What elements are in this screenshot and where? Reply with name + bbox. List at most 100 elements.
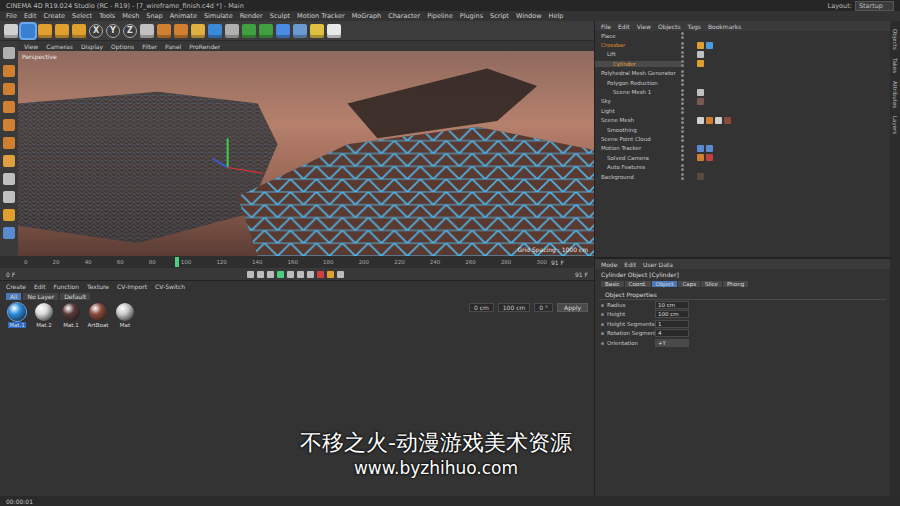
object-row[interactable]: Cylinder: [595, 59, 890, 68]
tool-icon[interactable]: [38, 24, 52, 38]
viewport[interactable]: PerspectiveGrid Spacing : 1000 cm: [18, 51, 594, 256]
side-tab[interactable]: Attributes: [892, 81, 898, 108]
layout-selector[interactable]: Layout:Startup: [828, 1, 894, 11]
viewport-menu-item[interactable]: View: [24, 43, 38, 50]
transport-icon[interactable]: [267, 271, 274, 278]
playhead[interactable]: [175, 257, 179, 267]
material-menu-item[interactable]: Function: [54, 283, 80, 290]
tool-icon[interactable]: [225, 24, 239, 38]
object-row[interactable]: Crossbar: [595, 40, 890, 49]
start-frame[interactable]: 0 F: [6, 271, 15, 278]
tag-icon[interactable]: [697, 154, 704, 161]
tag-icon[interactable]: [697, 145, 704, 152]
tag-icon[interactable]: [706, 145, 713, 152]
visibility-dots[interactable]: [681, 126, 697, 133]
property-field[interactable]: 100 cm: [655, 310, 689, 318]
object-row[interactable]: Lift: [595, 50, 890, 59]
attribute-tab[interactable]: Coord.: [625, 281, 651, 287]
object-row[interactable]: Light: [595, 106, 890, 115]
tool-icon[interactable]: [72, 24, 86, 38]
object-row[interactable]: Background: [595, 172, 890, 181]
attribute-menu-item[interactable]: Edit: [624, 261, 636, 268]
menu-item[interactable]: Motion Tracker: [297, 12, 345, 20]
tool-icon[interactable]: [4, 24, 18, 38]
visibility-dots[interactable]: [681, 51, 697, 58]
material-menu-item[interactable]: CV-Import: [117, 283, 147, 290]
menu-item[interactable]: Animate: [170, 12, 197, 20]
menu-item[interactable]: Snap: [146, 12, 162, 20]
mode-icon[interactable]: [3, 155, 15, 167]
viewport-menu-item[interactable]: Filter: [142, 43, 157, 50]
visibility-dots[interactable]: [681, 135, 697, 142]
property-field[interactable]: 4: [655, 329, 689, 337]
visibility-dots[interactable]: [681, 164, 697, 171]
object-row[interactable]: Polyhedral Mesh Generator: [595, 69, 890, 78]
viewport-menu-item[interactable]: Options: [111, 43, 134, 50]
menu-item[interactable]: MoGraph: [352, 12, 382, 20]
tag-icon[interactable]: [697, 42, 704, 49]
tool-icon[interactable]: [191, 24, 205, 38]
viewport-menu-item[interactable]: ProRender: [189, 43, 220, 50]
tool-icon[interactable]: [157, 24, 171, 38]
tool-icon[interactable]: [327, 24, 341, 38]
menu-item[interactable]: Create: [43, 12, 65, 20]
object-row[interactable]: Solved Camera: [595, 153, 890, 162]
viewport-menu-item[interactable]: Cameras: [46, 43, 73, 50]
tool-icon[interactable]: [140, 24, 154, 38]
material-item[interactable]: Mat.1: [60, 303, 82, 328]
tool-icon[interactable]: [208, 24, 222, 38]
viewport-menu-item[interactable]: Panel: [165, 43, 181, 50]
tag-icon[interactable]: [706, 154, 713, 161]
tool-icon[interactable]: [174, 24, 188, 38]
side-tab[interactable]: Takes: [892, 58, 898, 73]
attribute-tab[interactable]: Object: [652, 281, 678, 287]
visibility-dots[interactable]: [681, 145, 697, 152]
mode-icon[interactable]: [3, 101, 15, 113]
tool-icon[interactable]: [276, 24, 290, 38]
object-menu-item[interactable]: Bookmarks: [708, 23, 742, 30]
menu-item[interactable]: Script: [490, 12, 509, 20]
menu-item[interactable]: Help: [549, 12, 564, 20]
tool-icon[interactable]: [242, 24, 256, 38]
menu-item[interactable]: Mesh: [122, 12, 139, 20]
attribute-tab[interactable]: Basic: [601, 281, 624, 287]
mode-icon[interactable]: [3, 119, 15, 131]
menu-item[interactable]: Window: [516, 12, 542, 20]
object-row[interactable]: Auto Features: [595, 162, 890, 171]
mode-icon[interactable]: [3, 191, 15, 203]
tag-icon[interactable]: [697, 173, 704, 180]
visibility-dots[interactable]: [681, 32, 697, 39]
object-row[interactable]: Scene Mesh 1: [595, 87, 890, 96]
tag-icon[interactable]: [697, 51, 704, 58]
transport-icon[interactable]: [277, 271, 284, 278]
tag-icon[interactable]: [715, 117, 722, 124]
tag-icon[interactable]: [697, 98, 704, 105]
visibility-dots[interactable]: [681, 42, 697, 49]
side-tab[interactable]: Layers: [892, 116, 898, 134]
transport-icon[interactable]: [257, 271, 264, 278]
axis-button[interactable]: X: [89, 24, 103, 38]
object-menu-item[interactable]: File: [601, 23, 611, 30]
coord-field[interactable]: 0 °: [534, 303, 553, 312]
tool-icon[interactable]: [293, 24, 307, 38]
apply-button[interactable]: Apply: [557, 303, 588, 312]
menu-item[interactable]: Sculpt: [270, 12, 290, 20]
mode-icon[interactable]: [3, 209, 15, 221]
visibility-dots[interactable]: [681, 173, 697, 180]
end-frame[interactable]: 91 F: [575, 271, 588, 278]
transport-icon[interactable]: [327, 271, 334, 278]
axis-button[interactable]: Z: [123, 24, 137, 38]
visibility-dots[interactable]: [681, 60, 697, 67]
material-item[interactable]: Mat.1: [6, 303, 28, 328]
tool-icon[interactable]: [21, 24, 35, 38]
filter-tab[interactable]: No Layer: [23, 293, 58, 300]
property-field[interactable]: 10 cm: [655, 301, 689, 309]
material-menu-item[interactable]: Create: [6, 283, 26, 290]
attribute-menu-item[interactable]: User Data: [643, 261, 673, 268]
material-menu-item[interactable]: Edit: [34, 283, 46, 290]
mode-icon[interactable]: [3, 83, 15, 95]
visibility-dots[interactable]: [681, 79, 697, 86]
menu-item[interactable]: Character: [388, 12, 420, 20]
tag-icon[interactable]: [724, 117, 731, 124]
material-item[interactable]: ArtBoat: [87, 303, 109, 328]
